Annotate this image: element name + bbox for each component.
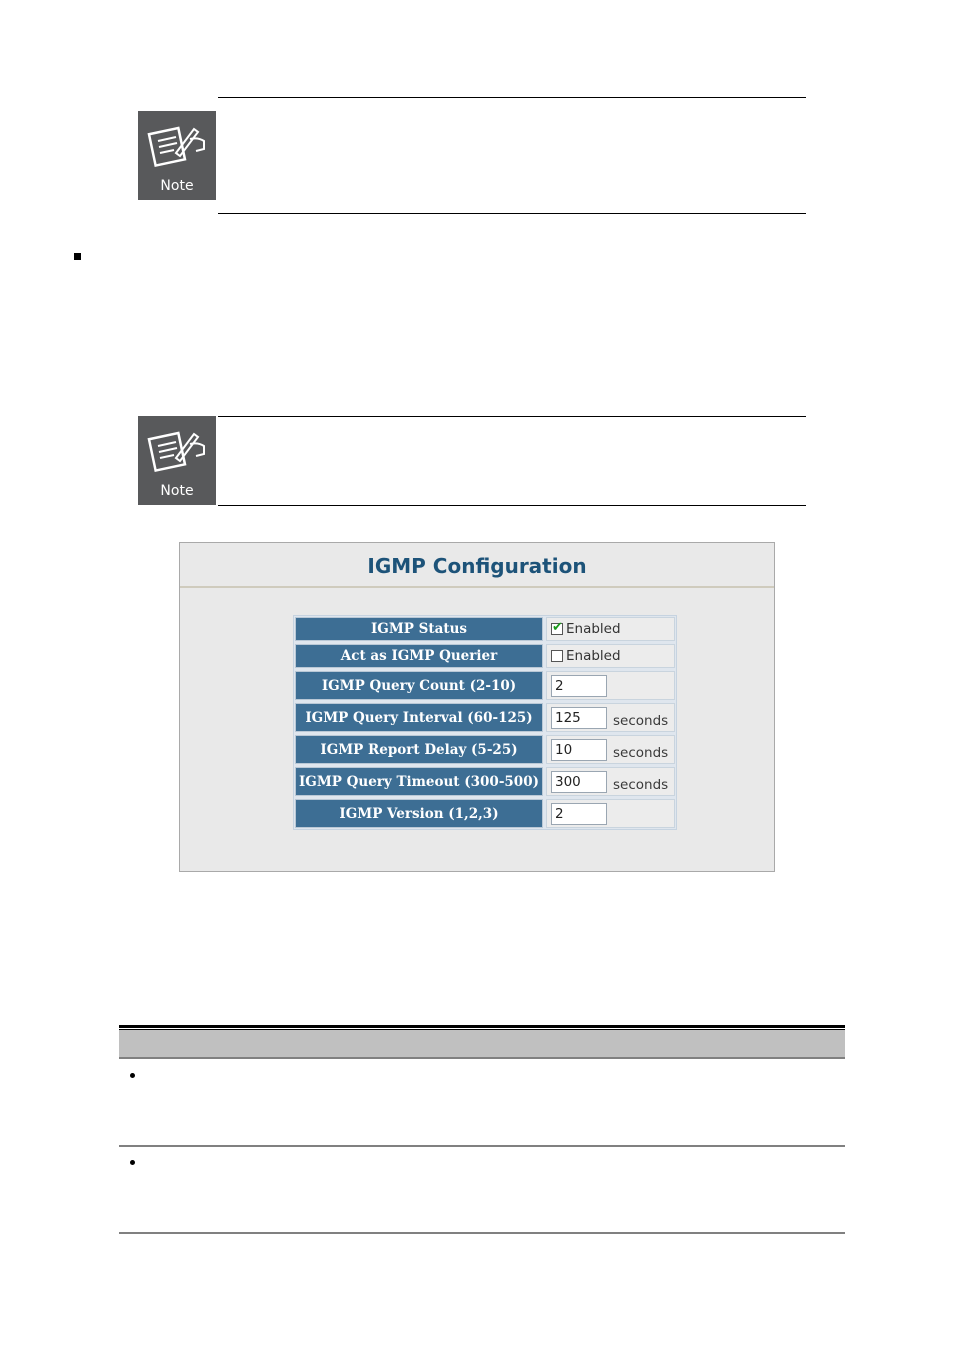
note-label: Note	[160, 178, 194, 194]
field-label: IGMP Version (1,2,3)	[295, 799, 543, 828]
table-bottom-rule	[119, 1232, 845, 1234]
field-value: seconds	[546, 735, 675, 764]
igmp-version-input[interactable]	[551, 802, 607, 825]
note-bottom-rule	[218, 213, 806, 214]
field-label: IGMP Query Timeout (300-500)	[295, 767, 543, 796]
unit-label: seconds	[613, 744, 669, 761]
field-value: Enabled	[546, 644, 675, 668]
row-act-as-querier: Act as IGMP Querier Enabled	[295, 644, 675, 668]
report-delay-input[interactable]	[551, 738, 607, 761]
table-header-divider	[119, 1057, 845, 1059]
unit-label: seconds	[613, 712, 669, 729]
row-igmp-status: IGMP Status ✔ Enabled	[295, 617, 675, 641]
table-top-rule	[119, 1025, 845, 1028]
unit-label: seconds	[613, 776, 669, 793]
note-top-rule	[218, 416, 806, 417]
query-timeout-input[interactable]	[551, 770, 607, 793]
note-pencil-icon	[147, 431, 205, 473]
checkbox-label: Enabled	[566, 648, 621, 664]
row-query-count: IGMP Query Count (2-10)	[295, 671, 675, 700]
checkbox-label: Enabled	[566, 621, 621, 637]
query-interval-input[interactable]	[551, 706, 607, 729]
round-bullet-icon	[130, 1160, 135, 1165]
igmp-querier-checkbox[interactable]	[551, 650, 563, 662]
note-label: Note	[160, 483, 194, 499]
square-bullet-icon	[74, 253, 81, 260]
row-igmp-version: IGMP Version (1,2,3)	[295, 799, 675, 828]
field-label: IGMP Status	[295, 617, 543, 641]
note-bottom-rule	[218, 505, 806, 506]
row-query-interval: IGMP Query Interval (60-125) seconds	[295, 703, 675, 732]
note-pencil-icon	[147, 126, 205, 168]
round-bullet-icon	[130, 1073, 135, 1078]
panel-title: IGMP Configuration	[367, 554, 587, 578]
igmp-settings-table: IGMP Status ✔ Enabled Act as IGMP Querie…	[293, 615, 677, 830]
table-header	[119, 1030, 845, 1057]
table-row-divider	[119, 1145, 845, 1147]
title-divider	[180, 586, 774, 588]
field-value: ✔ Enabled	[546, 617, 675, 641]
igmp-status-checkbox[interactable]: ✔	[551, 620, 563, 635]
field-label: IGMP Query Interval (60-125)	[295, 703, 543, 732]
field-value	[546, 671, 675, 700]
igmp-configuration-panel: IGMP Configuration IGMP Status ✔ Enabled…	[179, 542, 775, 872]
note-icon: Note	[138, 111, 216, 200]
checkmark-icon: ✔	[552, 620, 563, 635]
field-value: seconds	[546, 703, 675, 732]
note-icon: Note	[138, 416, 216, 505]
row-query-timeout: IGMP Query Timeout (300-500) seconds	[295, 767, 675, 796]
query-count-input[interactable]	[551, 674, 607, 697]
field-label: Act as IGMP Querier	[295, 644, 543, 668]
row-report-delay: IGMP Report Delay (5-25) seconds	[295, 735, 675, 764]
field-value	[546, 799, 675, 828]
note-top-rule	[218, 97, 806, 98]
field-label: IGMP Query Count (2-10)	[295, 671, 543, 700]
field-label: IGMP Report Delay (5-25)	[295, 735, 543, 764]
field-value: seconds	[546, 767, 675, 796]
